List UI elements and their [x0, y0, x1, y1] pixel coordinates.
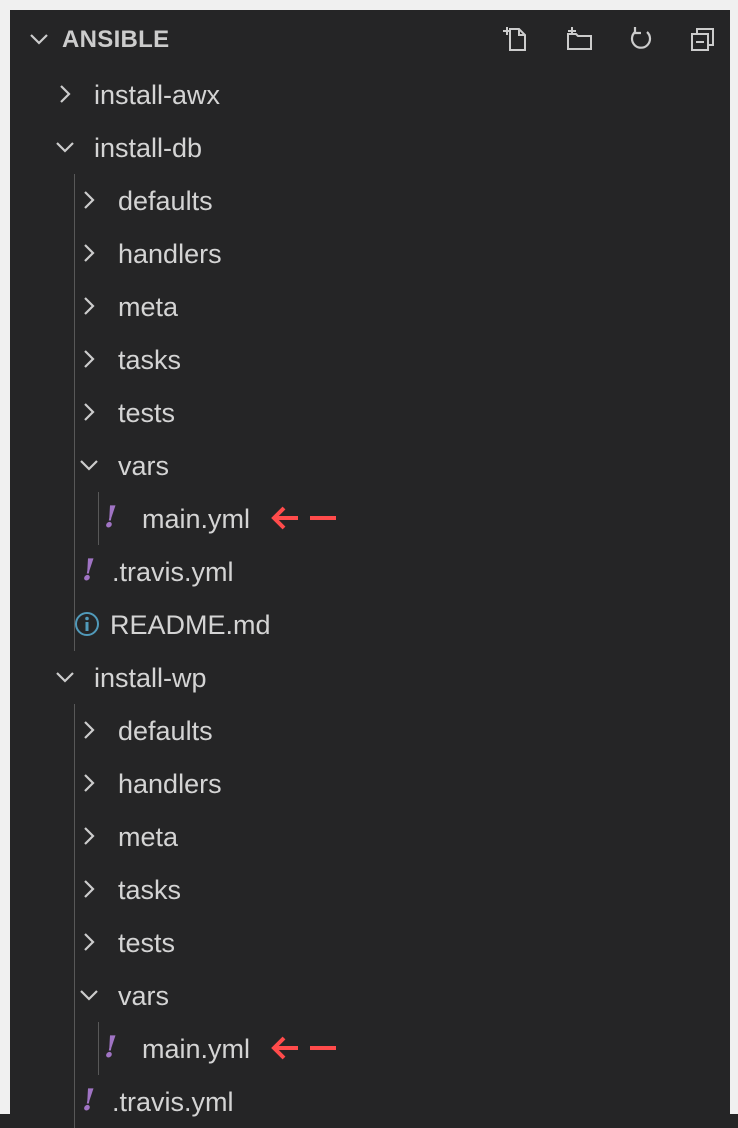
- tree-item-label: defaults: [118, 716, 213, 746]
- tree-item-label: vars: [118, 981, 170, 1011]
- tree-folder-row[interactable]: install-wp: [10, 651, 730, 704]
- tree-item-label: tasks: [118, 875, 182, 905]
- chevron-right-icon[interactable]: [78, 772, 100, 794]
- explorer-panel: ANSIBLE install-awx install-db defaults …: [0, 0, 738, 1128]
- tree-item-label: install-wp: [94, 663, 207, 693]
- red-arrow-annotation: [271, 506, 336, 530]
- new-folder-icon[interactable]: [562, 22, 596, 56]
- tree-item-label: handlers: [118, 239, 222, 269]
- indent-guide: [74, 174, 75, 651]
- tree-folder-row[interactable]: meta: [10, 810, 730, 863]
- chevron-right-icon[interactable]: [54, 83, 76, 105]
- tree-folder-row[interactable]: vars: [10, 439, 730, 492]
- tree-folder-row[interactable]: vars: [10, 969, 730, 1022]
- tree-item-label: README.md: [110, 610, 271, 640]
- explorer-actions: [500, 22, 720, 56]
- chevron-down-icon[interactable]: [78, 454, 100, 476]
- chevron-right-icon[interactable]: [78, 719, 100, 741]
- tree-item-label: handlers: [118, 769, 222, 799]
- yaml-file-icon: !: [104, 500, 118, 535]
- chevron-right-icon[interactable]: [78, 295, 100, 317]
- tree-item-label: install-awx: [94, 80, 221, 110]
- yaml-file-icon: !: [104, 1030, 118, 1065]
- tree-item-label: install-db: [94, 133, 203, 163]
- chevron-right-icon[interactable]: [78, 189, 100, 211]
- tree-item-label: defaults: [118, 186, 213, 216]
- chevron-right-icon[interactable]: [78, 401, 100, 423]
- indent-guide: [98, 492, 99, 545]
- chevron-right-icon[interactable]: [78, 878, 100, 900]
- collapse-all-icon[interactable]: [686, 22, 720, 56]
- explorer-header[interactable]: ANSIBLE: [10, 10, 730, 68]
- tree-item-label: vars: [118, 451, 170, 481]
- new-file-icon[interactable]: [500, 22, 534, 56]
- explorer-title: ANSIBLE: [62, 26, 170, 53]
- tree-file-row[interactable]: ! .travis.yml: [10, 1075, 730, 1128]
- tree-item-label: .travis.yml: [112, 557, 234, 587]
- tree-item-label: tasks: [118, 345, 182, 375]
- tree-item-label: main.yml: [142, 504, 251, 534]
- chevron-down-icon[interactable]: [28, 28, 50, 50]
- tree-folder-row[interactable]: meta: [10, 280, 730, 333]
- tree-item-label: tests: [118, 928, 176, 958]
- chevron-right-icon[interactable]: [78, 348, 100, 370]
- yaml-file-icon: !: [82, 553, 96, 588]
- tree-item-label: .travis.yml: [112, 1087, 234, 1117]
- red-arrow-annotation: [271, 1036, 336, 1060]
- tree-folder-row[interactable]: install-awx: [10, 68, 730, 121]
- tree-file-row[interactable]: ! .travis.yml: [10, 545, 730, 598]
- tree-folder-row[interactable]: tasks: [10, 863, 730, 916]
- yaml-file-icon: !: [82, 1083, 96, 1118]
- tree-folder-row[interactable]: defaults: [10, 704, 730, 757]
- chevron-down-icon[interactable]: [78, 984, 100, 1006]
- indent-guide: [74, 704, 75, 1128]
- tree-folder-row[interactable]: install-db: [10, 121, 730, 174]
- tree-file-row[interactable]: ! main.yml: [10, 492, 730, 545]
- tree-file-row[interactable]: README.md: [10, 598, 730, 651]
- chevron-down-icon[interactable]: [54, 136, 76, 158]
- chevron-right-icon[interactable]: [78, 242, 100, 264]
- info-icon: [75, 612, 99, 636]
- tree-folder-row[interactable]: handlers: [10, 757, 730, 810]
- tree-folder-row[interactable]: tests: [10, 386, 730, 439]
- refresh-icon[interactable]: [624, 22, 658, 56]
- tree-item-label: meta: [118, 822, 179, 852]
- tree-item-label: main.yml: [142, 1034, 251, 1064]
- chevron-down-icon[interactable]: [54, 666, 76, 688]
- tree-item-label: tests: [118, 398, 176, 428]
- tree-folder-row[interactable]: defaults: [10, 174, 730, 227]
- tree-folder-row[interactable]: handlers: [10, 227, 730, 280]
- tree-folder-row[interactable]: tests: [10, 916, 730, 969]
- tree-item-label: meta: [118, 292, 179, 322]
- indent-guide: [98, 1022, 99, 1075]
- chevron-right-icon[interactable]: [78, 931, 100, 953]
- chevron-right-icon[interactable]: [78, 825, 100, 847]
- tree-folder-row[interactable]: tasks: [10, 333, 730, 386]
- tree-file-row[interactable]: ! main.yml: [10, 1022, 730, 1075]
